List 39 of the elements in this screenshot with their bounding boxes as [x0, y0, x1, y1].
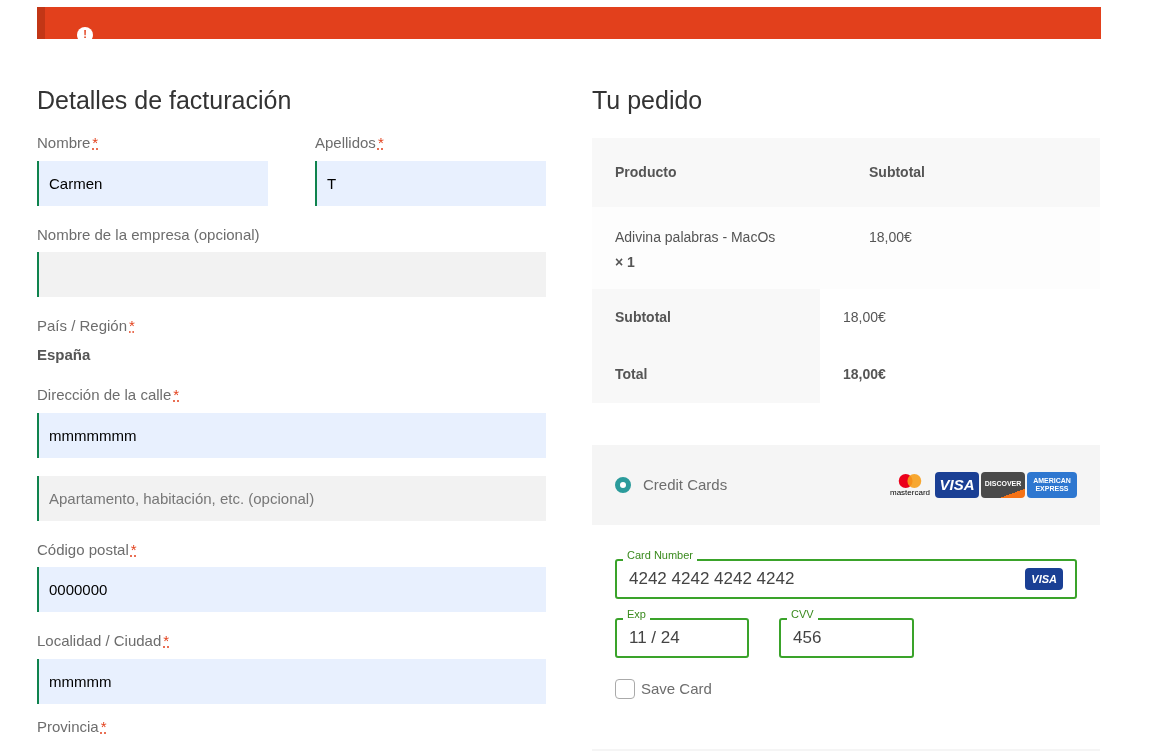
field-label: Apellidos*: [315, 133, 384, 153]
input-field[interactable]: 4242 4242 4242 4242 VISA: [615, 559, 1077, 599]
floating-label: Exp: [623, 607, 650, 621]
input-field[interactable]: mmmmm: [37, 658, 546, 704]
product-name: Adivina palabras - MacOs: [615, 228, 776, 247]
field-label: País / Región*: [37, 316, 135, 336]
checkbox-label: Save Card: [641, 679, 712, 699]
radio-button[interactable]: [615, 477, 631, 493]
field-label: Provincia*: [37, 716, 107, 737]
field-label: Nombre*: [37, 133, 99, 153]
section-title: Tu pedido: [592, 85, 704, 116]
table-cell-text: 18,00€: [843, 308, 886, 327]
input-field[interactable]: 0000000: [37, 567, 546, 612]
country-value: España: [37, 344, 91, 365]
input-field[interactable]: Carmen: [37, 160, 268, 206]
input-field[interactable]: T: [315, 160, 546, 206]
table-cell-text: Subtotal: [615, 308, 671, 327]
visa-logo: VISA: [935, 472, 979, 498]
product-quantity: × 1: [615, 253, 635, 272]
table-cell: 18,00€: [869, 229, 912, 245]
column-header: Subtotal: [869, 164, 925, 180]
visa-logo: VISA: [1025, 567, 1063, 591]
floating-label: Card Number: [623, 548, 698, 562]
field-label: Localidad / Ciudad*: [37, 631, 170, 651]
mastercard-logo: mastercard: [887, 471, 933, 499]
input-field[interactable]: mmmmmmm: [37, 412, 546, 458]
floating-label: CVV: [787, 607, 818, 621]
table-cell-text: Total: [615, 365, 648, 384]
section-title: Detalles de facturación: [37, 85, 293, 116]
alert-icon: !: [77, 27, 93, 39]
column-header: Producto: [615, 164, 677, 180]
field-label: Código postal*: [37, 539, 137, 560]
field-label: Dirección de la calle*: [37, 385, 180, 405]
input-field[interactable]: [37, 252, 546, 297]
field-label: Nombre de la empresa (opcional): [37, 224, 260, 245]
table-cell-text: 18,00€: [843, 365, 886, 384]
checkbox[interactable]: [615, 679, 635, 700]
payment-method-label: Credit Cards: [643, 474, 729, 495]
input-field[interactable]: Apartamento, habitación, etc. (opcional): [37, 475, 546, 521]
